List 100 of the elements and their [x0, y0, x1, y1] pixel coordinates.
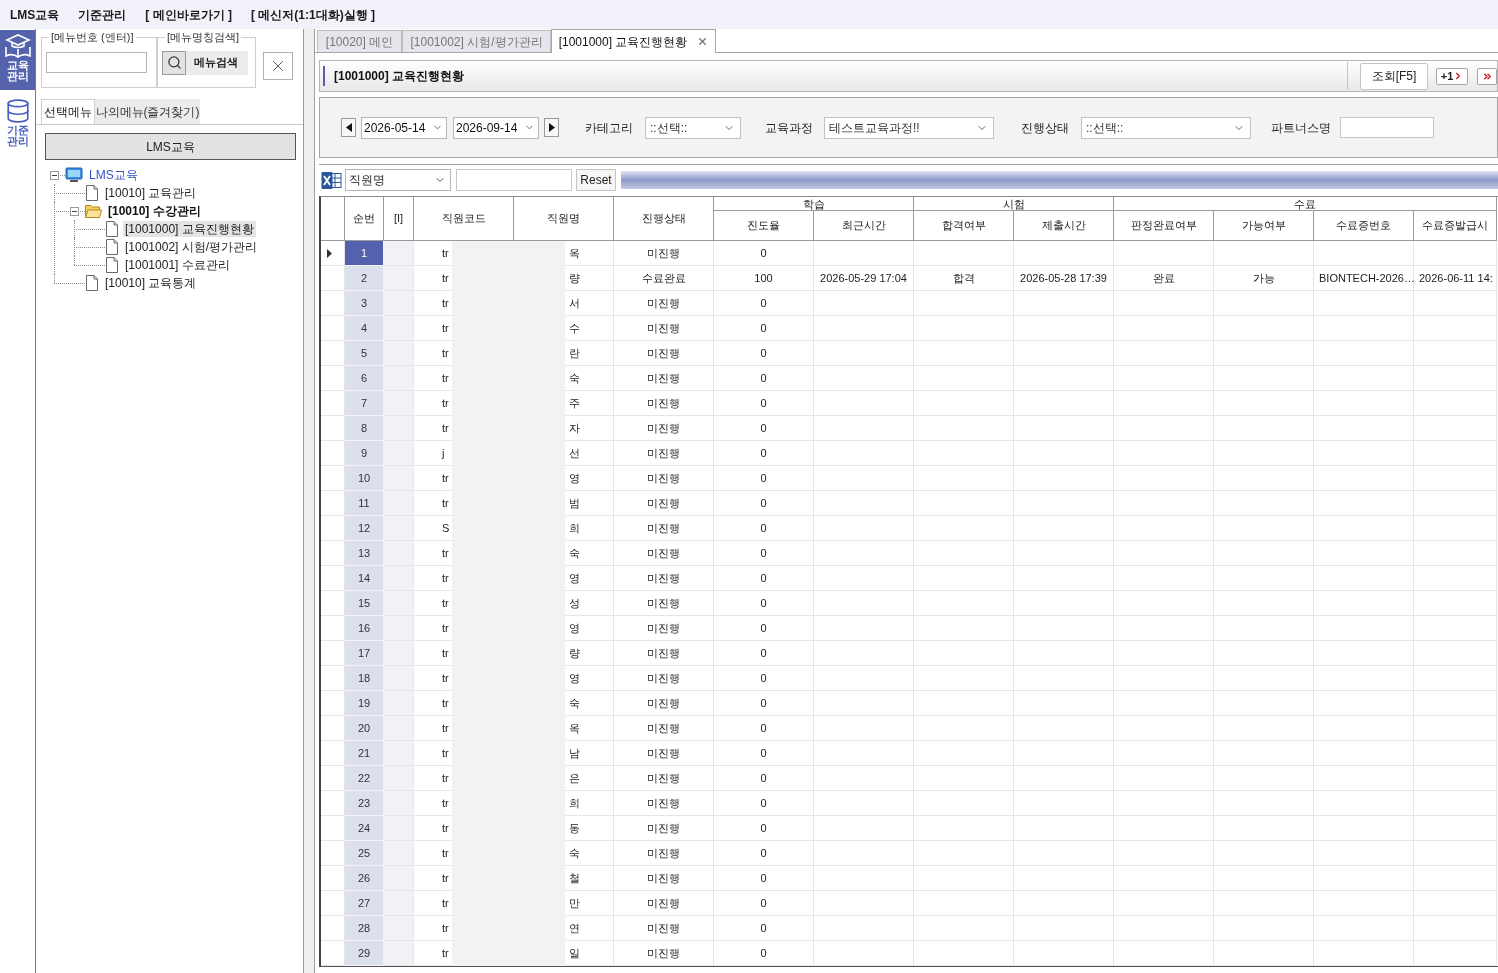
panel-tab[interactable]: 선택메뉴 [41, 99, 95, 124]
tree-item[interactable]: [1001001] 수료관리 [123, 257, 232, 273]
table-cell [384, 391, 414, 416]
column-header[interactable]: 최근시간 [814, 211, 914, 241]
column-header[interactable]: 직원코드 [414, 197, 514, 241]
row-number-cell[interactable]: 1 [345, 241, 384, 266]
row-number-cell[interactable]: 15 [345, 591, 384, 616]
row-number-cell[interactable]: 24 [345, 816, 384, 841]
table-cell: 0 [714, 566, 814, 591]
menu-number-field[interactable] [46, 51, 147, 73]
tree-item[interactable]: [10010] 수강관리 [106, 203, 203, 219]
menu-item[interactable]: [ 메인바로가기 ] [145, 5, 232, 24]
panel-tab[interactable]: 나의메뉴(즐겨찾기) [95, 99, 200, 124]
row-number-cell[interactable]: 27 [345, 891, 384, 916]
tree-item[interactable]: [1001000] 교육진행현황 [123, 221, 256, 237]
table-cell [384, 691, 414, 716]
tree-item[interactable]: [1001002] 시험/평가관리 [123, 239, 260, 255]
select-field[interactable]: ::선택:: [1081, 116, 1251, 139]
close-icon[interactable] [697, 36, 709, 47]
menu-item[interactable]: 기준관리 [78, 5, 127, 24]
row-number-cell[interactable]: 9 [345, 441, 384, 466]
spreadsheet-icon[interactable] [321, 169, 342, 191]
minus-box-icon[interactable] [70, 207, 79, 216]
select-field[interactable]: ::선택:: [645, 116, 741, 139]
column-header[interactable]: 진행상태 [614, 197, 714, 241]
module-button[interactable]: LMS교육 [45, 133, 296, 160]
text-field[interactable] [1340, 117, 1434, 138]
row-number-cell[interactable]: 16 [345, 616, 384, 641]
column-header[interactable]: 수료증발급시 [1414, 211, 1497, 241]
menu-search-button[interactable]: 메뉴검색 [162, 50, 248, 75]
row-number-cell[interactable]: 20 [345, 716, 384, 741]
column-header[interactable]: 순번 [345, 197, 384, 241]
table-cell: 0 [714, 591, 814, 616]
tree-item[interactable]: [10010] 교육관리 [103, 185, 199, 201]
column-header[interactable]: 제출시간 [1014, 211, 1114, 241]
table-cell: 미진행 [614, 591, 714, 616]
table-cell: 미진행 [614, 691, 714, 716]
row-number-cell[interactable]: 23 [345, 791, 384, 816]
menu-item[interactable]: [ 메신저(1:1대화)실행 ] [251, 5, 375, 24]
date-picker[interactable]: 2026-05-14 [361, 116, 447, 139]
close-button[interactable] [263, 52, 293, 80]
column-header[interactable]: 판정완료여부 [1114, 211, 1214, 241]
tree-item[interactable]: [10010] 교육통계 [103, 275, 199, 291]
row-number-cell[interactable]: 29 [345, 941, 384, 966]
table-cell: 0 [714, 516, 814, 541]
reset-button[interactable]: Reset [576, 169, 616, 191]
row-number-cell[interactable]: 3 [345, 291, 384, 316]
document-tab[interactable]: [1001002] 시험/평가관리 [402, 30, 551, 52]
tree-item[interactable]: LMS교육 [87, 167, 140, 183]
table-cell: 0 [714, 491, 814, 516]
row-number-cell[interactable]: 28 [345, 916, 384, 941]
row-number-cell[interactable]: 8 [345, 416, 384, 441]
row-number-cell[interactable]: 26 [345, 866, 384, 891]
row-number-cell[interactable]: 14 [345, 566, 384, 591]
table-cell: 미진행 [614, 516, 714, 541]
row-number-cell[interactable]: 7 [345, 391, 384, 416]
table-cell: 0 [714, 691, 814, 716]
splitter-bar[interactable] [304, 29, 314, 973]
minus-box-icon[interactable] [50, 171, 59, 180]
date-picker[interactable]: 2026-09-14 [453, 116, 539, 139]
row-number-cell[interactable]: 13 [345, 541, 384, 566]
row-number-cell[interactable]: 11 [345, 491, 384, 516]
table-cell: 미진행 [614, 566, 714, 591]
column-select[interactable]: 직원명 [345, 169, 451, 191]
column-header[interactable]: 수료증번호 [1314, 211, 1414, 241]
column-header[interactable]: 직원명 [514, 197, 614, 241]
previous-button[interactable] [341, 118, 356, 137]
next-button[interactable]: +1 [1436, 67, 1468, 85]
row-number-cell[interactable]: 25 [345, 841, 384, 866]
column-header[interactable]: 진도율 [714, 211, 814, 241]
nav-rail-item[interactable]: 교육관리 [0, 30, 35, 90]
document-icon [85, 185, 99, 201]
table-cell: 0 [714, 891, 814, 916]
row-number-cell[interactable]: 19 [345, 691, 384, 716]
select-field[interactable]: 테스트교육과정!! [824, 116, 994, 139]
table-cell [384, 366, 414, 391]
row-number-cell[interactable]: 5 [345, 341, 384, 366]
column-group-header: 학습 [714, 197, 914, 211]
row-number-cell[interactable]: 2 [345, 266, 384, 291]
row-number-cell[interactable]: 17 [345, 641, 384, 666]
search-button[interactable]: 조회[F5] [1360, 62, 1428, 90]
column-header[interactable]: [I] [384, 197, 414, 241]
row-number-cell[interactable]: 21 [345, 741, 384, 766]
column-header[interactable]: 가능여부 [1214, 211, 1314, 241]
row-number-cell[interactable]: 18 [345, 666, 384, 691]
table-cell: 미진행 [614, 741, 714, 766]
last-button[interactable] [1477, 67, 1497, 85]
next-button[interactable] [544, 118, 559, 137]
row-number-cell[interactable]: 12 [345, 516, 384, 541]
row-number-cell[interactable]: 6 [345, 366, 384, 391]
triangle-left-icon [345, 123, 352, 132]
row-number-cell[interactable]: 22 [345, 766, 384, 791]
menu-item[interactable]: LMS교육 [10, 5, 60, 24]
row-number-cell[interactable]: 10 [345, 466, 384, 491]
table-cell: 미진행 [614, 766, 714, 791]
document-tab[interactable]: [1001000] 교육진행현황 [551, 29, 716, 53]
row-number-cell[interactable]: 4 [345, 316, 384, 341]
search-field[interactable] [456, 169, 572, 191]
column-header[interactable]: 합격여부 [914, 211, 1014, 241]
document-tab[interactable]: [10020] 메인 [317, 30, 402, 52]
